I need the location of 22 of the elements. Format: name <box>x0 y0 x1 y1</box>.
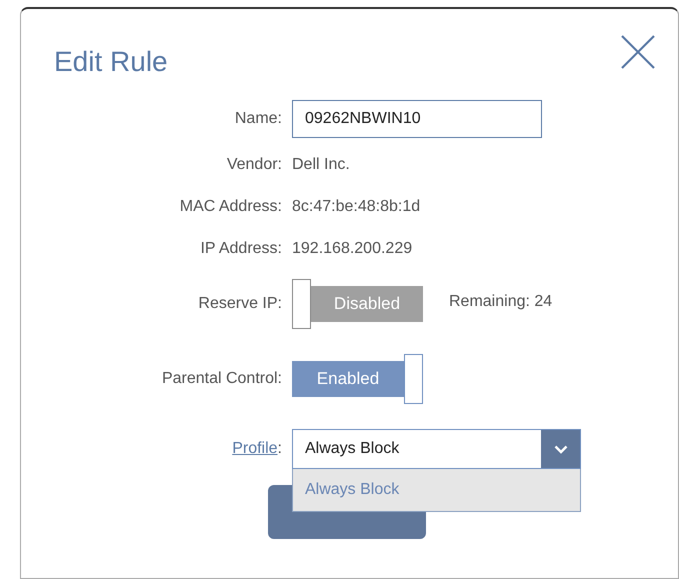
field-label: IP Address: <box>200 240 282 257</box>
field-value: 8c:47:be:48:8b:1d <box>292 198 420 216</box>
dropdown-button[interactable] <box>541 430 580 468</box>
profile-link[interactable]: Profile <box>232 440 278 457</box>
close-icon[interactable] <box>620 34 656 70</box>
dialog-title: Edit Rule <box>54 46 168 78</box>
field-label: : <box>278 440 282 457</box>
field-value: Dell Inc. <box>292 156 350 174</box>
toggle-thumb[interactable] <box>292 279 311 329</box>
field-label: Parental Control: <box>162 370 282 387</box>
toggle-track[interactable]: Disabled <box>311 286 423 322</box>
name-field[interactable]: 09262NBWIN10 <box>292 100 542 138</box>
field-label: Reserve IP: <box>198 295 282 312</box>
field-label: Name: <box>234 110 282 127</box>
remaining-count: Remaining: 24 <box>449 293 552 311</box>
field-label: MAC Address: <box>180 198 282 215</box>
chevron-down-icon <box>554 444 568 454</box>
field-value: 192.168.200.229 <box>292 240 412 258</box>
toggle-track[interactable]: Enabled <box>292 361 404 397</box>
field-label: Vendor: <box>226 156 282 173</box>
profile-dropdown[interactable]: Always Block <box>292 429 581 469</box>
toggle-thumb[interactable] <box>404 354 423 404</box>
